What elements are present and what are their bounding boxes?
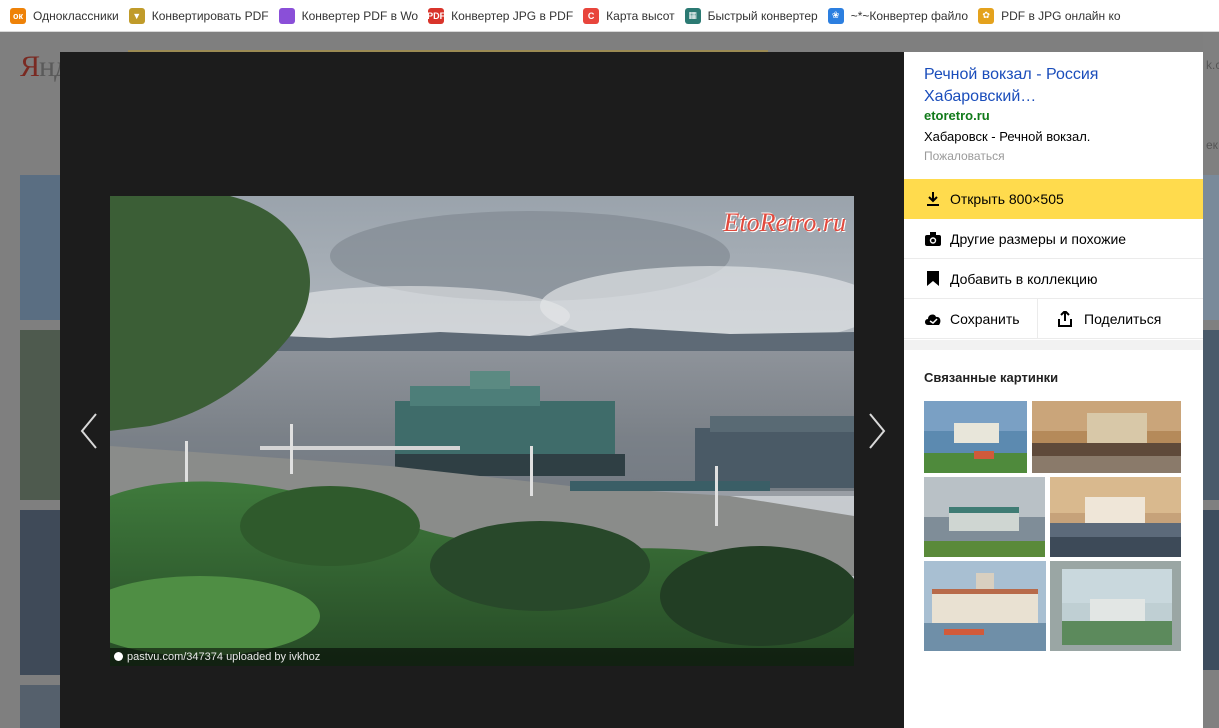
bookmark-label: ~*~Конвертер файло (850, 8, 969, 23)
image-description: Хабаровск - Речной вокзал. (924, 129, 1091, 144)
bookmark-label: Быстрый конвертер (707, 8, 818, 23)
add-to-collection-label: Добавить в коллекцию (950, 270, 1098, 287)
camera-icon (924, 230, 942, 248)
pdf-icon: PDF (427, 7, 445, 24)
open-image-label: Открыть 800×505 (950, 191, 1064, 207)
bookmark-label: Карта высот (606, 8, 675, 23)
image-viewer: EtoRetro.ru pastvu.com/347374 uploaded b… (60, 52, 904, 728)
other-sizes-label: Другие размеры и похожие (950, 230, 1127, 247)
next-image-button[interactable] (860, 401, 894, 461)
bookmark-label: Конвертировать PDF (151, 8, 269, 23)
save-button[interactable]: Сохранить (904, 299, 1038, 339)
add-to-collection-button[interactable]: Добавить в коллекцию (904, 259, 1203, 299)
result-thumbnail[interactable] (1203, 330, 1219, 500)
chevron-left-icon (80, 413, 97, 449)
result-thumbnail[interactable] (20, 175, 60, 320)
image-info-panel: Речной вокзал - Россия Хабаровский… etor… (904, 52, 1203, 728)
share-icon (1058, 310, 1076, 328)
logo-first-letter: Я (20, 50, 40, 83)
bookmarks-bar: ок Одноклассники ▼ Конвертировать PDF Конвер… (0, 0, 1219, 32)
open-image-button[interactable]: Открыть 800×505 (904, 179, 1203, 219)
related-image[interactable] (924, 477, 1045, 557)
watermark: EtoRetro.ru (723, 208, 846, 237)
map-c-icon: C (583, 7, 600, 24)
related-image[interactable] (924, 561, 1046, 651)
related-images-heading: Связанные картинки (924, 370, 1059, 385)
result-thumbnail[interactable] (1203, 175, 1219, 320)
colorful-square-icon (278, 7, 295, 24)
result-thumbnail[interactable] (20, 330, 60, 500)
download-icon (924, 190, 942, 208)
main-photo[interactable]: EtoRetro.ru pastvu.com/347374 uploaded b… (110, 196, 854, 666)
bookmark-item[interactable]: ✿ PDF в JPG онлайн ко (974, 4, 1126, 28)
bookmark-label: Конвертер PDF в Wo (301, 8, 419, 23)
result-thumbnail[interactable] (20, 510, 60, 675)
bookmark-label: Одноклассники (33, 8, 119, 23)
save-label: Сохранить (950, 311, 1020, 327)
image-title-link[interactable]: Речной вокзал - Россия Хабаровский… (924, 64, 1186, 108)
related-image[interactable] (924, 401, 1027, 473)
pdf-converter-icon: ▼ (128, 7, 145, 24)
panel-divider (904, 340, 1203, 350)
photo-credit: pastvu.com/347374 uploaded by ivkhoz (110, 648, 854, 666)
pdf-jpg-icon: ✿ (978, 7, 995, 24)
flower-icon: ❀ (827, 7, 844, 24)
previous-image-button[interactable] (72, 401, 106, 461)
camera-dot-icon (114, 652, 123, 661)
other-sizes-button[interactable]: Другие размеры и похожие (904, 219, 1203, 259)
result-thumbnail[interactable] (1203, 510, 1219, 670)
odnoklassniki-icon: ок (10, 7, 26, 24)
bookmark-icon (924, 270, 942, 288)
share-label: Поделиться (1084, 311, 1162, 327)
result-thumbnail[interactable] (20, 685, 60, 728)
bookmark-item[interactable]: ок Одноклассники (6, 4, 125, 28)
related-image[interactable] (1050, 477, 1181, 557)
partial-text: ек (1206, 138, 1218, 152)
right-edge-results (1203, 32, 1219, 728)
bookmark-item[interactable]: PDF Конвертер JPG в PDF (424, 4, 579, 28)
photo-credit-text: pastvu.com/347374 uploaded by ivkhoz (127, 651, 321, 663)
cloud-save-icon (924, 310, 942, 328)
source-domain-link[interactable]: etoretro.ru (924, 108, 990, 123)
related-image[interactable] (1032, 401, 1181, 473)
bookmark-label: PDF в JPG онлайн ко (1001, 8, 1121, 23)
share-button[interactable]: Поделиться (1038, 299, 1203, 339)
chevron-right-icon (869, 413, 886, 449)
related-image[interactable] (1050, 561, 1181, 651)
photo-river-station (110, 196, 854, 666)
bookmark-item[interactable]: Конвертер PDF в Wo (275, 4, 424, 28)
bookmark-item[interactable]: C Карта высот (579, 4, 680, 28)
save-share-row: Сохранить Поделиться (904, 299, 1203, 339)
bookmark-item[interactable]: ▦ Быстрый конвертер (681, 4, 824, 28)
converter-icon: ▦ (684, 7, 701, 24)
report-link[interactable]: Пожаловаться (924, 149, 1005, 163)
bookmark-item[interactable]: ▼ Конвертировать PDF (125, 4, 275, 28)
bookmark-item[interactable]: ❀ ~*~Конвертер файло (824, 4, 974, 28)
bookmark-label: Конвертер JPG в PDF (451, 8, 574, 23)
partial-text: k.c (1206, 58, 1219, 72)
